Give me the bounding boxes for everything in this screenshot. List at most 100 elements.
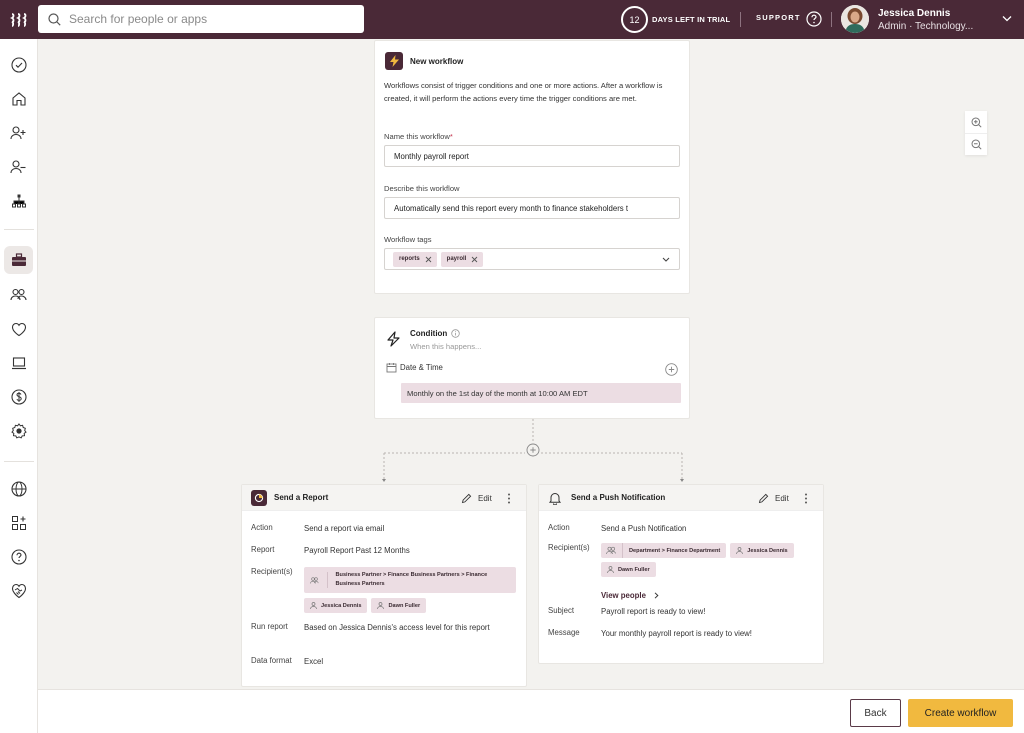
search-icon <box>48 12 61 26</box>
detail-row-report: Report Payroll Report Past 12 Months <box>251 545 410 555</box>
search-input[interactable] <box>69 12 349 26</box>
workflow-tags-select[interactable]: reports payroll <box>384 248 680 270</box>
org-chart-icon <box>11 194 26 208</box>
recipient-group-chip[interactable]: Business Partner > Finance Business Part… <box>304 567 516 593</box>
recipient-chip[interactable]: Jessica Dennis <box>730 543 794 558</box>
chevron-down-icon[interactable] <box>662 257 670 262</box>
new-workflow-card: New workflow Workflows consist of trigge… <box>374 40 690 294</box>
account-menu-toggle[interactable] <box>1002 15 1012 22</box>
sidebar-item-tasks[interactable] <box>4 51 33 79</box>
action-title: Send a Report <box>274 493 329 502</box>
sidebar-divider <box>4 461 34 462</box>
handshake-icon <box>11 583 26 599</box>
view-people-link[interactable]: View people <box>601 584 659 606</box>
sidebar-item-people[interactable] <box>4 281 33 309</box>
rippling-logo-icon <box>10 12 27 27</box>
user-role: Admin · Technology... <box>878 21 974 32</box>
calendar-icon <box>386 363 397 373</box>
recipient-chip[interactable]: Jessica Dennis <box>304 598 368 613</box>
sidebar-item-app-shop[interactable] <box>4 509 33 537</box>
user-name[interactable]: Jessica Dennis <box>878 8 950 19</box>
detail-row-action: Action Send a report via email <box>251 523 385 533</box>
more-options-icon[interactable] <box>507 493 511 504</box>
pencil-icon <box>758 493 769 504</box>
sidebar-item-hire[interactable] <box>4 119 33 147</box>
group-icon <box>310 576 319 584</box>
sidebar-divider <box>4 229 34 230</box>
sidebar-item-home[interactable] <box>4 85 33 113</box>
sidebar-item-terminate[interactable] <box>4 153 33 181</box>
avatar[interactable] <box>841 5 869 33</box>
more-options-icon[interactable] <box>804 493 808 504</box>
action-card-push-notification: Send a Push Notification Edit Action Send… <box>538 484 824 664</box>
workflow-badge <box>385 52 403 70</box>
sidebar-item-benefits[interactable] <box>4 315 33 343</box>
tags-field-label: Workflow tags <box>384 235 432 244</box>
zoom-out-button[interactable] <box>965 133 987 155</box>
search-box[interactable] <box>38 5 364 33</box>
detail-row-recipients: Recipient(s) Department > Finance Depart… <box>548 543 818 581</box>
app-logo[interactable] <box>0 0 38 39</box>
info-icon[interactable] <box>451 329 461 338</box>
schedule-value[interactable]: Monthly on the 1st day of the month at 1… <box>401 383 681 403</box>
sidebar-item-devices[interactable] <box>4 349 33 377</box>
remove-tag-icon[interactable] <box>471 256 478 263</box>
group-icon <box>606 546 616 555</box>
recipient-chip[interactable]: Dawn Fuller <box>601 562 656 577</box>
check-circle-icon <box>10 57 27 73</box>
divider <box>740 12 741 27</box>
describe-field-label: Describe this workflow <box>384 184 460 193</box>
chevron-down-icon <box>1002 16 1012 22</box>
help-icon <box>806 11 822 27</box>
chevron-right-icon <box>654 591 659 599</box>
add-action-button[interactable] <box>526 443 540 457</box>
sidebar-item-payroll[interactable] <box>4 383 33 411</box>
lightning-icon <box>389 55 399 67</box>
add-person-icon <box>10 126 26 140</box>
help-button[interactable] <box>806 11 822 27</box>
back-button[interactable]: Back <box>850 699 901 727</box>
workflow-title: New workflow <box>410 57 464 66</box>
remove-tag-icon[interactable] <box>425 256 432 263</box>
trial-days-count: 12 <box>621 6 648 33</box>
zoom-in-button[interactable] <box>965 111 987 133</box>
view-people-row: View people <box>548 584 818 606</box>
toolbox-icon <box>11 253 26 266</box>
trial-indicator[interactable]: 12 DAYS LEFT IN TRIAL <box>621 6 730 33</box>
person-icon <box>310 602 317 609</box>
detail-row-run-report: Run report Based on Jessica Dennis's acce… <box>251 622 490 632</box>
edit-button[interactable]: Edit <box>461 493 492 504</box>
name-field-label: Name this workflow* <box>384 132 453 141</box>
detail-row-data-format: Data format Excel <box>251 656 324 666</box>
required-marker: * <box>449 132 453 141</box>
sidebar-item-partners[interactable] <box>4 577 33 605</box>
detail-row-recipients: Recipient(s) Business Partner > Finance … <box>251 567 521 617</box>
condition-subtitle: When this happens... <box>410 342 482 351</box>
help-icon <box>10 549 27 565</box>
workflow-name-input[interactable]: Monthly payroll report <box>384 145 680 167</box>
add-condition-icon[interactable] <box>665 363 678 376</box>
sidebar-item-help[interactable] <box>4 543 33 571</box>
workflow-description-input[interactable]: Automatically send this report every mon… <box>384 197 680 219</box>
heart-icon <box>11 322 26 336</box>
tag-reports: reports <box>393 251 437 267</box>
condition-card[interactable]: Condition When this happens... Date & Ti… <box>374 317 690 419</box>
detail-row-message: Message Your monthly payroll report is re… <box>548 628 752 638</box>
edit-button[interactable]: Edit <box>758 493 789 504</box>
condition-header: Condition <box>410 329 461 338</box>
person-icon <box>377 602 385 609</box>
workflow-description: Workflows consist of trigger conditions … <box>384 81 663 103</box>
sidebar-item-tools[interactable] <box>4 246 33 274</box>
bottom-action-bar: Back Create workflow <box>38 689 1024 733</box>
apps-add-icon <box>11 516 26 530</box>
recipient-group-chip[interactable]: Department > Finance Department <box>601 543 727 558</box>
create-workflow-button[interactable]: Create workflow <box>908 699 1013 727</box>
sidebar-item-settings[interactable] <box>4 417 33 445</box>
sidebar-item-org-chart[interactable] <box>4 187 33 215</box>
sidebar-item-global[interactable] <box>4 475 33 503</box>
support-link[interactable]: SUPPORT <box>756 13 801 22</box>
recipient-chip[interactable]: Dawn Fuller <box>371 598 427 613</box>
zoom-controls <box>965 111 987 155</box>
recipient-group-label: Business Partner > Finance Business Part… <box>335 572 488 587</box>
action-details: Action Send a report via email Report Payr… <box>251 523 521 668</box>
